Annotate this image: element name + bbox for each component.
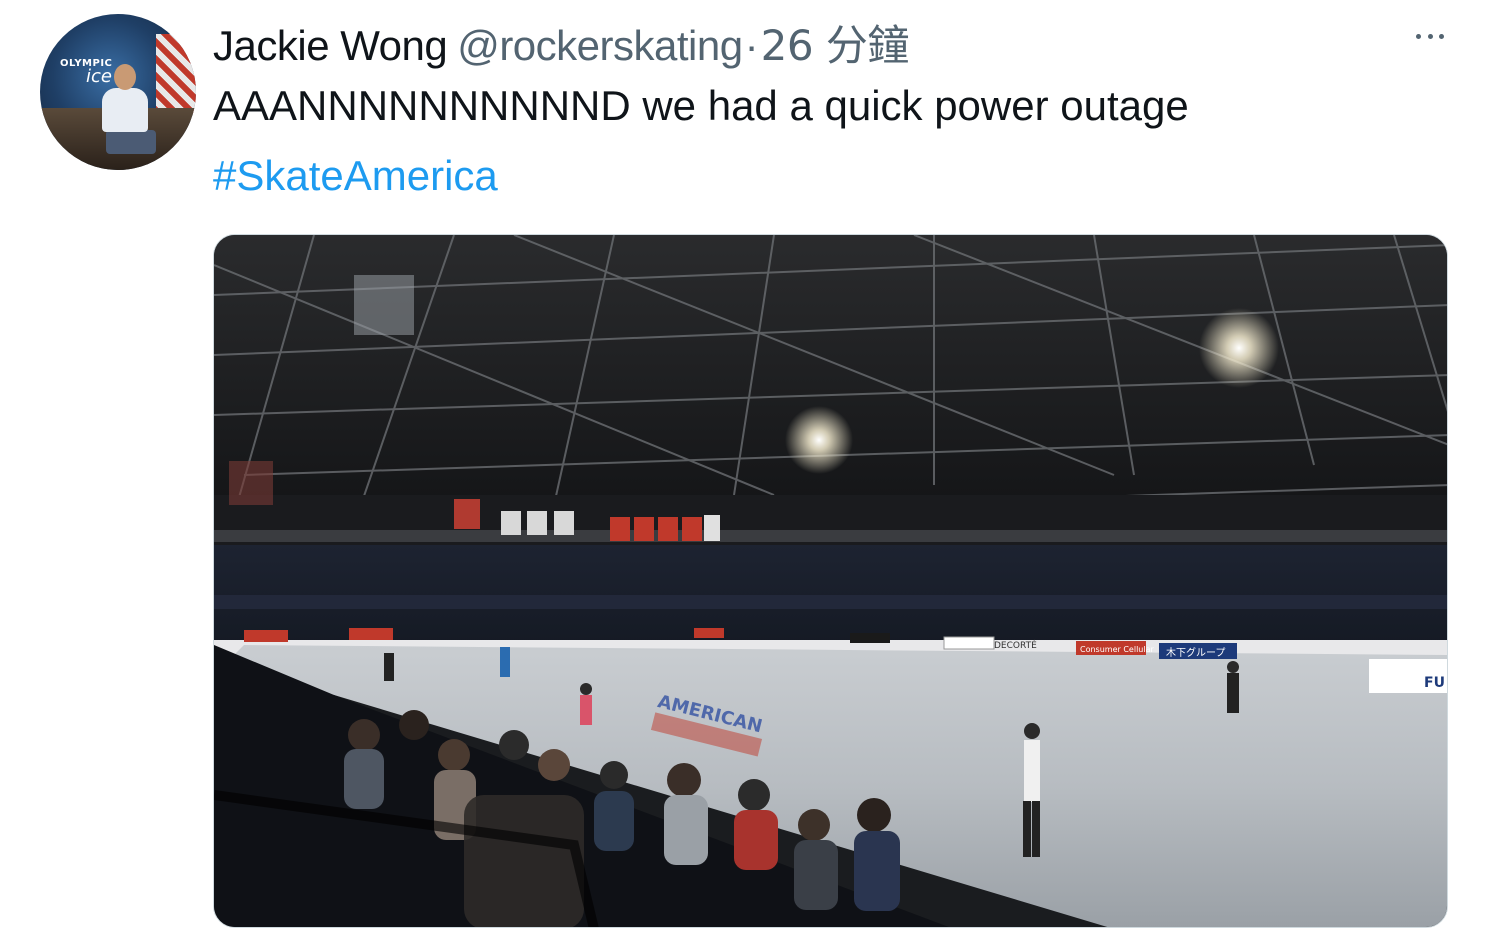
- avatar-flag-stripes: [156, 34, 196, 114]
- arena-light: [785, 406, 853, 474]
- avatar-person-head: [114, 64, 136, 90]
- lighting-rig: [354, 275, 414, 335]
- more-dot: [1416, 33, 1421, 39]
- board-ad-text: Consumer Cellular: [1080, 645, 1154, 654]
- board-ad-text: DECORTÉ: [994, 639, 1037, 651]
- tweet-timestamp[interactable]: 26 分鐘: [761, 12, 910, 73]
- more-dot: [1427, 33, 1433, 39]
- tweet-text: AAANNNNNNNNNND we had a quick power outa…: [213, 82, 1189, 129]
- header-separator: ·: [744, 22, 759, 69]
- tweet[interactable]: OLYMPIC ice Jackie Wong @rockerskating ·…: [0, 0, 1487, 934]
- hashtag-link[interactable]: #SkateAmerica: [213, 150, 498, 202]
- more-horizontal-icon[interactable]: [1412, 26, 1448, 46]
- arena-light: [1199, 308, 1279, 388]
- display-name[interactable]: Jackie Wong: [213, 22, 448, 70]
- tweet-photo[interactable]: DECORTÉ Consumer Cellular 木下グループ FU AMER…: [213, 234, 1448, 928]
- avatar[interactable]: OLYMPIC ice: [40, 14, 196, 170]
- board-ad-text: FU: [1424, 675, 1445, 691]
- tweet-header: Jackie Wong @rockerskating · 26 分鐘: [213, 12, 909, 70]
- board-ad-text: 木下グループ: [1166, 646, 1225, 659]
- user-handle[interactable]: @rockerskating: [457, 22, 743, 70]
- avatar-person-legs: [106, 130, 156, 154]
- more-dot: [1439, 33, 1444, 39]
- avatar-person-body: [102, 88, 148, 132]
- arena-photo: DECORTÉ Consumer Cellular 木下グループ FU AMER…: [214, 235, 1447, 927]
- avatar-logo-bottom: ice: [86, 66, 112, 87]
